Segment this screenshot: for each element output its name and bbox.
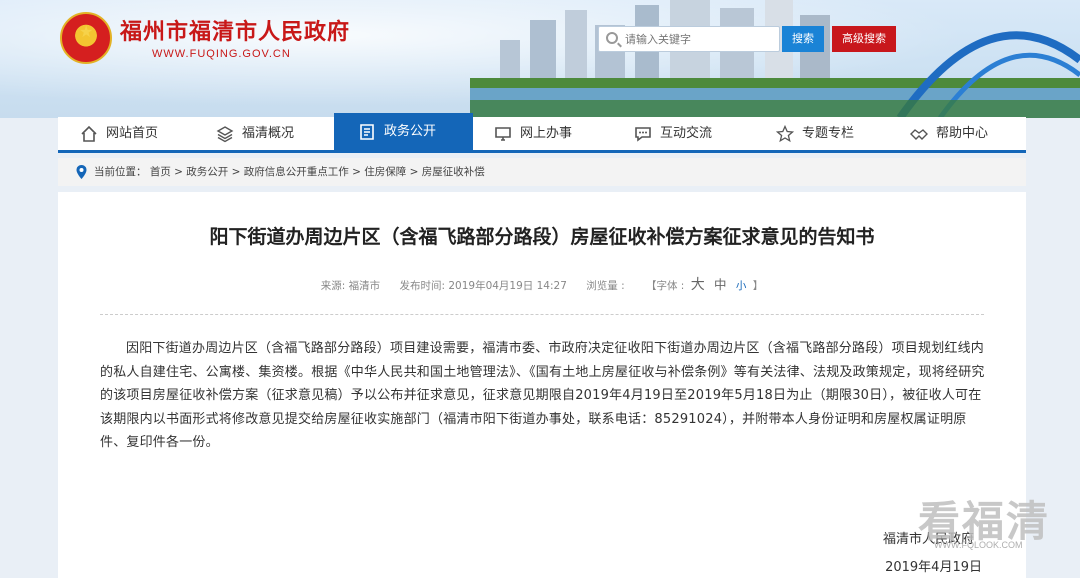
- article-meta: 来源: 福清市 发布时间: 2019年04月19日 14:27 浏览量 : 【字…: [58, 274, 1026, 294]
- nav-item-special-topics[interactable]: 专题专栏: [776, 117, 906, 150]
- chat-icon: [635, 126, 651, 142]
- document-icon: [360, 123, 374, 140]
- divider: [100, 314, 984, 315]
- watermark-logo: 看福清: [918, 497, 1051, 546]
- watermark-url: WWW.FQLOOK.COM: [934, 540, 1023, 550]
- layers-icon: [216, 125, 234, 142]
- search-input[interactable]: [625, 30, 775, 48]
- site-url: WWW.FUQING.GOV.CN: [152, 48, 291, 60]
- nav-item-gov-affairs[interactable]: 政务公开: [334, 113, 473, 151]
- advanced-search-button[interactable]: 高级搜索: [832, 26, 896, 52]
- search-icon: [606, 32, 618, 44]
- font-size-label: 【字体 :: [645, 280, 685, 292]
- main-nav: 网站首页 福清概况 政务公开 网上办事 互动交流 专题专栏 帮助中心: [58, 113, 1026, 153]
- font-size-controls: 【字体 : 大 中 小 】: [645, 277, 764, 293]
- nav-item-interaction[interactable]: 互动交流: [634, 117, 764, 150]
- article-publish-time: 发布时间: 2019年04月19日 14:27: [399, 280, 567, 292]
- nav-item-home[interactable]: 网站首页: [80, 117, 200, 150]
- monitor-icon: [495, 126, 511, 141]
- nav-label: 互动交流: [660, 126, 713, 141]
- handshake-icon: [910, 128, 928, 140]
- font-size-medium-button[interactable]: 中: [714, 277, 727, 292]
- article-body: 因阳下街道办周边片区（含福飞路部分路段）项目建设需要，福清市委、市政府决定征收阳…: [100, 341, 985, 450]
- site-title[interactable]: 福州市福清市人民政府: [120, 14, 350, 46]
- nav-item-overview[interactable]: 福清概况: [216, 117, 346, 150]
- nav-item-online-service[interactable]: 网上办事: [494, 117, 624, 150]
- nav-label: 帮助中心: [936, 126, 989, 141]
- header-banner: 福州市福清市人民政府 WWW.FUQING.GOV.CN 搜索 高级搜索: [0, 0, 1080, 118]
- font-size-end: 】: [752, 280, 764, 292]
- article-title: 阳下街道办周边片区（含福飞路部分路段）房屋征收补偿方案征求意见的告知书: [209, 226, 875, 248]
- article-container: 阳下街道办周边片区（含福飞路部分路段）房屋征收补偿方案征求意见的告知书 来源: …: [58, 192, 1026, 578]
- font-size-small-button[interactable]: 小: [736, 280, 747, 292]
- nav-label: 政务公开: [384, 124, 437, 139]
- city-skyline-image: [470, 0, 1080, 118]
- font-size-large-button[interactable]: 大: [691, 277, 705, 293]
- star-icon: [776, 124, 794, 142]
- breadcrumb: 当前位置： 首页 > 政务公开 > 政府信息公开重点工作 > 住房保障 > 房屋…: [58, 158, 1026, 186]
- breadcrumb-text[interactable]: 当前位置： 首页 > 政务公开 > 政府信息公开重点工作 > 住房保障 > 房屋…: [94, 158, 485, 186]
- home-icon: [81, 125, 97, 142]
- nav-item-help-center[interactable]: 帮助中心: [910, 117, 1022, 150]
- search-button[interactable]: 搜索: [782, 26, 824, 52]
- nav-label: 专题专栏: [802, 126, 855, 141]
- article-source: 来源: 福清市: [320, 280, 381, 292]
- nav-label: 网上办事: [520, 126, 573, 141]
- nav-label: 网站首页: [106, 126, 159, 141]
- location-pin-icon: [76, 165, 87, 179]
- search-box: [598, 26, 780, 52]
- nav-label: 福清概况: [242, 126, 295, 141]
- article-date: 2019年4月19日: [885, 560, 982, 575]
- national-emblem-logo[interactable]: [60, 12, 112, 64]
- article-views: 浏览量 :: [586, 280, 625, 292]
